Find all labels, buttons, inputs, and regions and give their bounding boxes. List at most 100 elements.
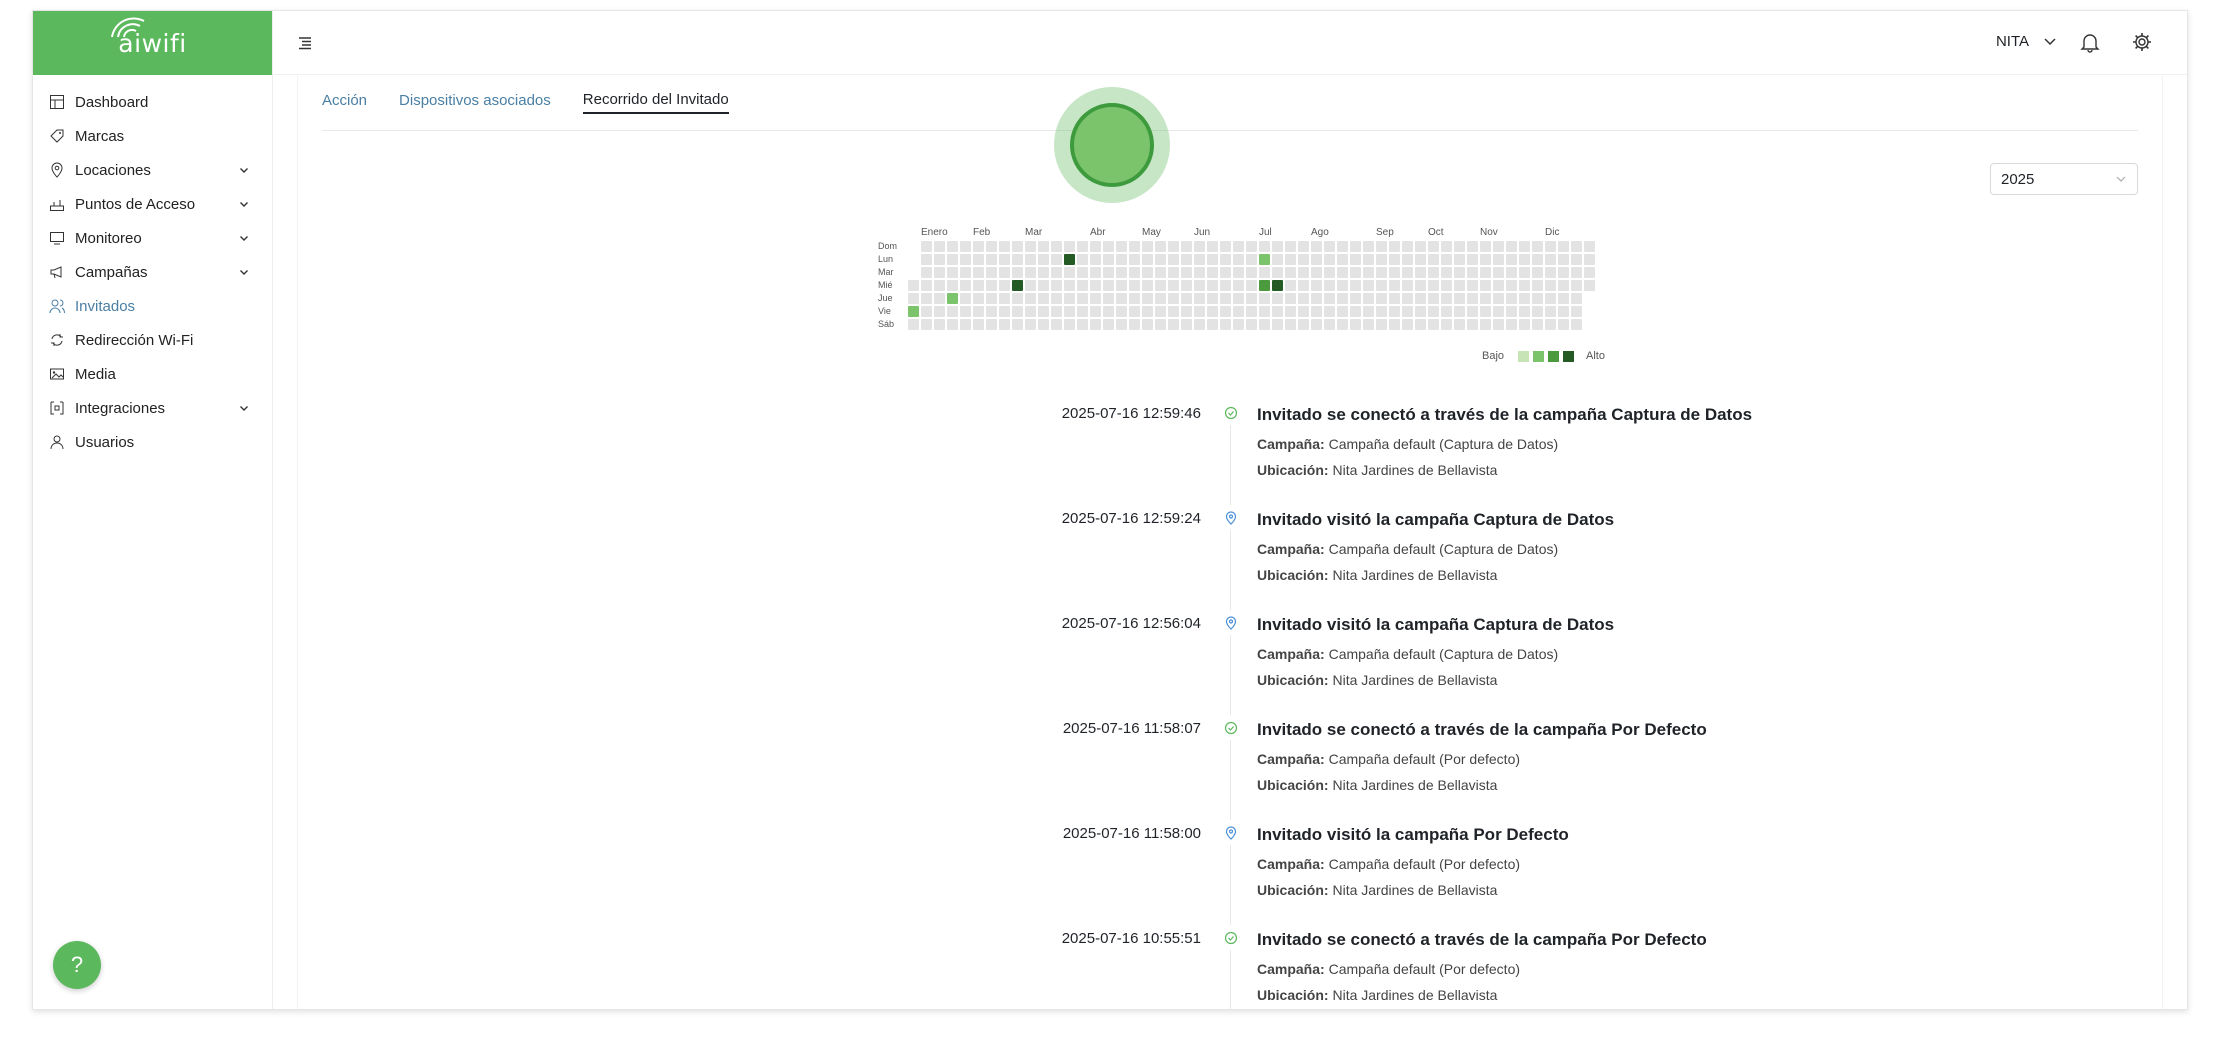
heatmap-cell[interactable] bbox=[1272, 254, 1283, 265]
heatmap-cell[interactable] bbox=[1090, 241, 1101, 252]
sidebar-item-invitados[interactable]: Invitados bbox=[33, 289, 272, 323]
heatmap-cell[interactable] bbox=[1532, 280, 1543, 291]
heatmap-cell[interactable] bbox=[934, 241, 945, 252]
heatmap-cell[interactable] bbox=[934, 293, 945, 304]
heatmap-cell[interactable] bbox=[1415, 306, 1426, 317]
heatmap-cell[interactable] bbox=[1116, 319, 1127, 330]
heatmap-cell[interactable] bbox=[1493, 254, 1504, 265]
heatmap-cell[interactable] bbox=[1519, 254, 1530, 265]
heatmap-cell[interactable] bbox=[1142, 267, 1153, 278]
heatmap-cell[interactable] bbox=[1259, 319, 1270, 330]
heatmap-cell[interactable] bbox=[1246, 241, 1257, 252]
heatmap-cell[interactable] bbox=[1233, 280, 1244, 291]
heatmap-cell[interactable] bbox=[1012, 306, 1023, 317]
heatmap-cell[interactable] bbox=[1298, 267, 1309, 278]
heatmap-cell[interactable] bbox=[1467, 254, 1478, 265]
heatmap-cell[interactable] bbox=[1311, 293, 1322, 304]
heatmap-cell[interactable] bbox=[1337, 293, 1348, 304]
heatmap-cell[interactable] bbox=[1480, 280, 1491, 291]
heatmap-cell[interactable] bbox=[1246, 267, 1257, 278]
heatmap-cell[interactable] bbox=[1402, 306, 1413, 317]
heatmap-cell[interactable] bbox=[1246, 254, 1257, 265]
heatmap-cell[interactable] bbox=[908, 319, 919, 330]
heatmap-cell[interactable] bbox=[1493, 241, 1504, 252]
heatmap-cell[interactable] bbox=[1428, 319, 1439, 330]
heatmap-cell[interactable] bbox=[1285, 280, 1296, 291]
heatmap-cell[interactable] bbox=[1051, 241, 1062, 252]
heatmap-cell[interactable] bbox=[1025, 280, 1036, 291]
heatmap-cell[interactable] bbox=[1532, 267, 1543, 278]
heatmap-cell[interactable] bbox=[1389, 267, 1400, 278]
heatmap-cell[interactable] bbox=[1480, 319, 1491, 330]
heatmap-cell[interactable] bbox=[1181, 293, 1192, 304]
heatmap-cell[interactable] bbox=[1454, 241, 1465, 252]
heatmap-cell[interactable] bbox=[1285, 267, 1296, 278]
menu-toggle-icon[interactable] bbox=[295, 33, 315, 53]
year-select[interactable]: 2025 bbox=[1990, 163, 2138, 195]
heatmap-cell[interactable] bbox=[1090, 280, 1101, 291]
heatmap-cell[interactable] bbox=[1233, 254, 1244, 265]
heatmap-cell[interactable] bbox=[1038, 241, 1049, 252]
heatmap-cell[interactable] bbox=[1415, 241, 1426, 252]
heatmap-cell[interactable] bbox=[1077, 241, 1088, 252]
heatmap-cell[interactable] bbox=[1077, 293, 1088, 304]
heatmap-cell[interactable] bbox=[1142, 293, 1153, 304]
heatmap-cell[interactable] bbox=[960, 306, 971, 317]
heatmap-cell[interactable] bbox=[1402, 241, 1413, 252]
heatmap-cell[interactable] bbox=[1519, 267, 1530, 278]
heatmap-cell[interactable] bbox=[1428, 267, 1439, 278]
heatmap-cell[interactable] bbox=[1324, 254, 1335, 265]
heatmap-cell[interactable] bbox=[973, 319, 984, 330]
heatmap-cell[interactable] bbox=[1337, 280, 1348, 291]
heatmap-cell[interactable] bbox=[1129, 241, 1140, 252]
heatmap-cell[interactable] bbox=[1116, 293, 1127, 304]
heatmap-cell[interactable] bbox=[1506, 319, 1517, 330]
heatmap-cell[interactable] bbox=[921, 319, 932, 330]
chevron-down-icon[interactable] bbox=[238, 164, 250, 176]
heatmap-cell[interactable] bbox=[1194, 267, 1205, 278]
bell-icon[interactable] bbox=[2079, 31, 2101, 53]
heatmap-cell[interactable] bbox=[1454, 293, 1465, 304]
heatmap-cell[interactable] bbox=[1129, 306, 1140, 317]
heatmap-cell[interactable] bbox=[1207, 267, 1218, 278]
heatmap-cell[interactable] bbox=[960, 241, 971, 252]
heatmap-cell[interactable] bbox=[1207, 241, 1218, 252]
heatmap-cell[interactable] bbox=[986, 267, 997, 278]
heatmap-cell[interactable] bbox=[973, 267, 984, 278]
heatmap-cell[interactable] bbox=[1038, 254, 1049, 265]
heatmap-cell[interactable] bbox=[947, 293, 958, 304]
heatmap-cell[interactable] bbox=[1155, 267, 1166, 278]
heatmap-cell[interactable] bbox=[986, 293, 997, 304]
heatmap-cell[interactable] bbox=[1428, 306, 1439, 317]
heatmap-cell[interactable] bbox=[1155, 293, 1166, 304]
heatmap-cell[interactable] bbox=[1389, 293, 1400, 304]
heatmap-cell[interactable] bbox=[1207, 280, 1218, 291]
heatmap-cell[interactable] bbox=[1519, 306, 1530, 317]
heatmap-cell[interactable] bbox=[1194, 319, 1205, 330]
heatmap-cell[interactable] bbox=[1259, 280, 1270, 291]
heatmap-cell[interactable] bbox=[1012, 241, 1023, 252]
heatmap-cell[interactable] bbox=[1168, 267, 1179, 278]
heatmap-cell[interactable] bbox=[1220, 293, 1231, 304]
heatmap-cell[interactable] bbox=[1272, 319, 1283, 330]
heatmap-cell[interactable] bbox=[1363, 254, 1374, 265]
heatmap-cell[interactable] bbox=[1402, 267, 1413, 278]
heatmap-cell[interactable] bbox=[1545, 293, 1556, 304]
heatmap-cell[interactable] bbox=[1168, 241, 1179, 252]
heatmap-cell[interactable] bbox=[1298, 306, 1309, 317]
heatmap-cell[interactable] bbox=[934, 319, 945, 330]
heatmap-cell[interactable] bbox=[1181, 319, 1192, 330]
heatmap-cell[interactable] bbox=[1545, 306, 1556, 317]
heatmap-cell[interactable] bbox=[1038, 280, 1049, 291]
heatmap-cell[interactable] bbox=[1012, 267, 1023, 278]
heatmap-cell[interactable] bbox=[934, 306, 945, 317]
heatmap-cell[interactable] bbox=[1142, 241, 1153, 252]
heatmap-cell[interactable] bbox=[1116, 306, 1127, 317]
heatmap-cell[interactable] bbox=[1129, 254, 1140, 265]
heatmap-cell[interactable] bbox=[1415, 267, 1426, 278]
heatmap-cell[interactable] bbox=[1584, 254, 1595, 265]
sidebar-item-redireccion-wi-fi[interactable]: Redirección Wi-Fi bbox=[33, 323, 272, 357]
heatmap-cell[interactable] bbox=[1571, 254, 1582, 265]
heatmap-cell[interactable] bbox=[1142, 306, 1153, 317]
heatmap-cell[interactable] bbox=[1363, 319, 1374, 330]
